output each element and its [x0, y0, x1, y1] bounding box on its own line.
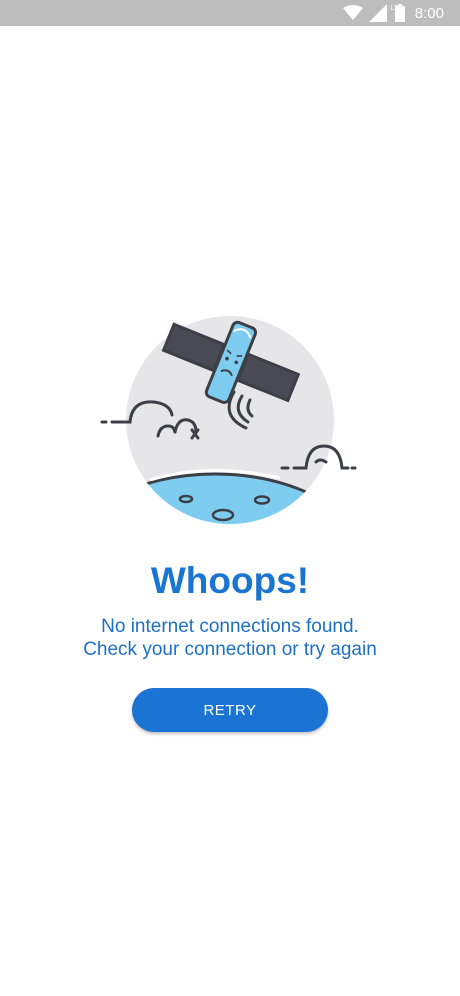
clock: 8:00: [414, 4, 444, 22]
planet-icon: [126, 469, 334, 524]
wifi-icon: [342, 5, 363, 20]
no-connection-illustration: [100, 316, 357, 524]
network-type-label: LTE: [390, 5, 404, 12]
error-message-line-2: Check your connection or try again: [83, 639, 377, 660]
error-title: Whoops!: [150, 560, 310, 601]
retry-button[interactable]: RETRY: [132, 688, 328, 732]
status-icons: LTE 8:00: [342, 3, 444, 23]
error-message-line-1: No internet connections found.: [101, 616, 359, 637]
cellular-signal-icon: LTE: [368, 4, 403, 22]
status-bar: LTE 8:00: [0, 0, 460, 26]
